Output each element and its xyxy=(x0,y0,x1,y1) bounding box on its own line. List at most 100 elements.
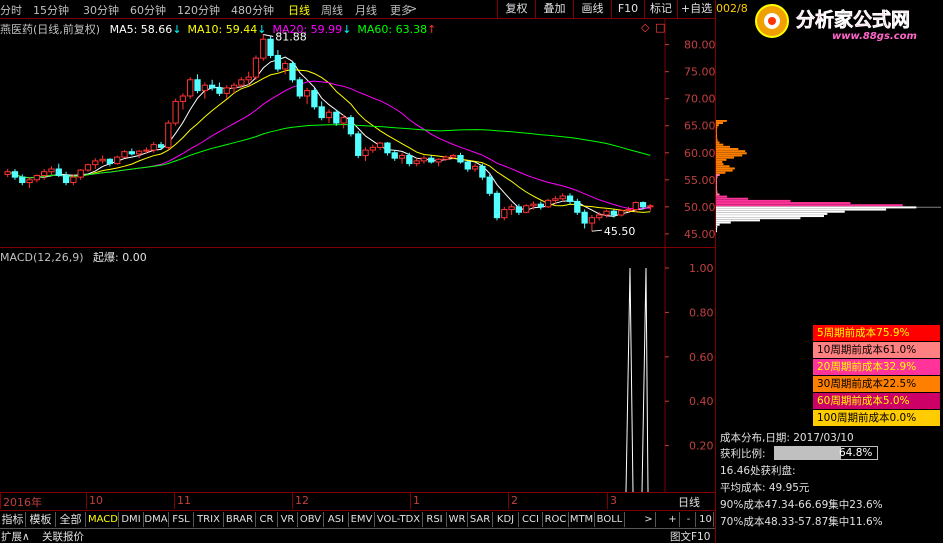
candle xyxy=(187,77,194,99)
candle xyxy=(588,214,596,232)
chip-bar xyxy=(716,165,730,168)
chip-bar xyxy=(716,208,887,211)
candle xyxy=(77,169,84,180)
chip-bar xyxy=(716,202,851,205)
ma60-line xyxy=(7,123,651,179)
chip-bar xyxy=(716,204,903,207)
cost-date: 成本分布,日期: 2017/03/10 xyxy=(720,432,854,444)
candle xyxy=(121,150,128,159)
period-tab-1[interactable]: 15分钟 xyxy=(33,2,69,18)
more-arrow[interactable]: > xyxy=(408,2,417,15)
period-tab-2[interactable]: 30分钟 xyxy=(83,2,119,18)
related-quote-button[interactable]: 关联报价 xyxy=(42,529,84,543)
chip-bar xyxy=(716,152,747,155)
indicator-tab-boll[interactable]: BOLL xyxy=(595,512,625,527)
candle xyxy=(92,158,99,169)
chip-bar xyxy=(716,122,724,125)
candle xyxy=(282,60,289,75)
indicator-tab-sar[interactable]: SAR xyxy=(468,512,493,527)
chip-bar xyxy=(716,160,723,163)
indicator-tab-dma[interactable]: DMA xyxy=(144,512,169,527)
macd-chart[interactable]: 1.00 0.80 0.60 0.40 0.20 xyxy=(0,248,715,492)
price-tick-label-0: 80.00 xyxy=(684,39,715,52)
bottom-tab-1[interactable]: 模板 xyxy=(26,512,56,527)
period-tab-0[interactable]: 分时 xyxy=(0,2,22,18)
expand-button[interactable]: 扩展∧ xyxy=(1,529,30,543)
indicator-tab-trix[interactable]: TRIX xyxy=(194,512,224,527)
cost-row-2: 20周期前成本32.9% xyxy=(813,359,940,375)
profit-disk: 16.46处获利盘: xyxy=(720,465,796,477)
indicator-tab-dmi[interactable]: DMI xyxy=(119,512,144,527)
cost-70: 70%成本48.33-57.87集中11.6% xyxy=(720,516,883,528)
indicator-tab-kdj[interactable]: KDJ xyxy=(493,512,519,527)
draw-line-button[interactable]: 画线 xyxy=(573,0,611,19)
mark-button[interactable]: 标记 xyxy=(644,0,677,19)
chip-bar xyxy=(716,154,743,157)
indicator-tab-mtm[interactable]: MTM xyxy=(569,512,595,527)
indicator-tab-vr[interactable]: VR xyxy=(278,512,298,527)
indicator-tab-emv[interactable]: EMV xyxy=(349,512,375,527)
indicator-scroll-arrow[interactable]: > xyxy=(642,512,656,527)
indicator-tab-cr[interactable]: CR xyxy=(256,512,278,527)
candle xyxy=(296,77,303,99)
macd-signal-line xyxy=(625,267,649,492)
candle xyxy=(355,131,362,159)
chip-bar xyxy=(716,230,718,233)
indicator-tab-roc[interactable]: ROC xyxy=(543,512,569,527)
zoom-out-button[interactable]: - xyxy=(682,512,696,527)
bottom-tab-0[interactable]: 指标 xyxy=(0,512,26,527)
chip-bar xyxy=(716,124,719,127)
indicator-tab-obv[interactable]: OBV xyxy=(298,512,324,527)
macd-title: MACD(12,26,9) xyxy=(0,251,84,264)
candle xyxy=(252,55,260,80)
indicator-tab-rsi[interactable]: RSI xyxy=(423,512,447,527)
indicator-tab-vol-tdx[interactable]: VOL-TDX xyxy=(375,512,423,527)
chip-bar xyxy=(716,189,718,192)
candle xyxy=(479,163,486,180)
bottom-tab-2[interactable]: 全部 xyxy=(56,512,86,527)
macd-tick-label-2: 0.60 xyxy=(689,351,714,364)
period-tab-6[interactable]: 日线 xyxy=(288,2,310,18)
candle xyxy=(457,152,464,164)
zoom-level-button[interactable]: 10 xyxy=(698,512,714,527)
candlestick-chart[interactable]: 80.00 75.00 70.00 65.00 60.00 55.00 50.00 45.00… xyxy=(0,19,715,248)
indicator-tab-cci[interactable]: CCI xyxy=(519,512,543,527)
fuquan-button[interactable]: 复权 xyxy=(497,0,535,19)
indicator-tab-fsl[interactable]: FSL xyxy=(169,512,194,527)
period-tab-7[interactable]: 周线 xyxy=(321,2,343,18)
site-logo: 分析家公式网 www.88gs.com xyxy=(755,4,917,42)
price-tick-label-5: 55.00 xyxy=(684,174,715,187)
chip-bar xyxy=(716,197,749,200)
high-annotation: 81.88 xyxy=(275,30,307,43)
candle xyxy=(194,74,201,94)
candle xyxy=(143,147,150,154)
period-tab-5[interactable]: 480分钟 xyxy=(231,2,274,18)
candle xyxy=(333,109,340,126)
macd-tick-label-1: 0.80 xyxy=(689,306,714,319)
period-tab-8[interactable]: 月线 xyxy=(355,2,377,18)
avg-cost: 平均成本: 49.95元 xyxy=(720,482,810,494)
candle xyxy=(4,169,11,178)
chip-bar xyxy=(716,163,724,166)
candle xyxy=(179,93,187,110)
indicator-tab-brar[interactable]: BRAR xyxy=(224,512,256,527)
f10-tool-button[interactable]: F10 xyxy=(611,0,644,19)
add-favorite-button[interactable]: +自选 xyxy=(677,0,715,19)
candle xyxy=(128,148,135,156)
candle xyxy=(544,198,552,208)
candle xyxy=(464,160,471,172)
candle xyxy=(62,171,70,186)
zoom-in-button[interactable]: + xyxy=(666,512,680,527)
f10-button[interactable]: 图文F10 xyxy=(670,529,710,543)
stock-code: 002/8 xyxy=(716,2,748,15)
overlay-button[interactable]: 叠加 xyxy=(535,0,573,19)
period-tab-4[interactable]: 120分钟 xyxy=(177,2,220,18)
chip-bar xyxy=(716,150,746,153)
indicator-tab-wr[interactable]: WR xyxy=(447,512,468,527)
indicator-tab-asi[interactable]: ASI xyxy=(324,512,349,527)
time-label-6: 3 xyxy=(610,494,617,507)
candle xyxy=(157,141,165,151)
period-tab-3[interactable]: 60分钟 xyxy=(130,2,166,18)
price-tick-label-2: 70.00 xyxy=(684,93,715,106)
indicator-tab-macd[interactable]: MACD xyxy=(88,512,119,527)
